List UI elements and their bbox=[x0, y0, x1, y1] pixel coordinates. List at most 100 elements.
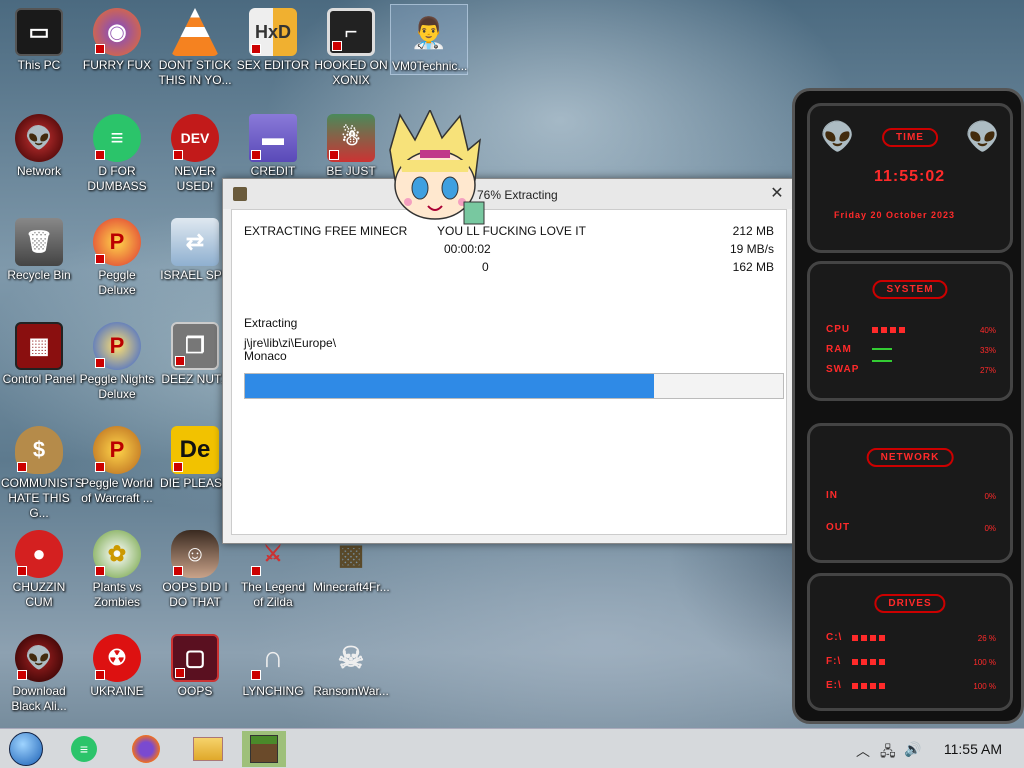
desktop-icon-peggle-wow[interactable]: P Peggle World of Warcraft ... bbox=[78, 422, 156, 506]
drive-f-value: 100 % bbox=[973, 658, 996, 667]
swap-label: SWAP bbox=[826, 364, 860, 375]
shortcut-arrow-icon bbox=[329, 150, 339, 160]
desktop-icon-oops[interactable]: ▢ OOPS bbox=[156, 630, 234, 699]
speed: 19 MB/s bbox=[729, 242, 774, 256]
desktop-icon-network[interactable]: 👽 Network bbox=[0, 110, 78, 179]
time-title: TIME bbox=[882, 128, 938, 147]
desktop-icon-ransomware[interactable]: ☠ RansomWar... bbox=[312, 630, 390, 699]
desktop-icon-control-panel[interactable]: ▦ Control Panel bbox=[0, 318, 78, 387]
desktop-icon-plants-vs-zombies[interactable]: ✿ Plants vs Zombies bbox=[78, 526, 156, 610]
desktop-icon-sex-editor[interactable]: HxD SEX EDITOR bbox=[234, 4, 312, 73]
taskbar-minecraft[interactable] bbox=[242, 731, 286, 767]
hxd-icon: HxD bbox=[249, 8, 297, 56]
current-file: Monaco bbox=[244, 349, 287, 363]
alien-dark-icon: 👽 bbox=[15, 634, 63, 682]
shortcut-arrow-icon bbox=[95, 670, 105, 680]
alien-head-icon: 👽 bbox=[965, 121, 1000, 152]
peggle-nights-icon: P bbox=[93, 322, 141, 370]
drives-title: DRIVES bbox=[874, 594, 946, 613]
taskbar-file-explorer[interactable] bbox=[186, 731, 230, 767]
elapsed-time: 00:00:02 bbox=[444, 242, 491, 256]
drive-f-bar bbox=[852, 659, 888, 665]
widget-time: 11:55:02 bbox=[874, 168, 946, 185]
shortcut-arrow-icon bbox=[17, 462, 27, 472]
current-path: j\jre\lib\zi\Europe\ bbox=[244, 336, 337, 350]
control-panel-icon: ▦ bbox=[15, 322, 63, 370]
shortcut-arrow-icon bbox=[251, 566, 261, 576]
vlc-cone-icon bbox=[171, 8, 219, 56]
net-in-value: 0% bbox=[984, 492, 996, 501]
shortcut-arrow-icon bbox=[95, 150, 105, 160]
shortcut-arrow-icon bbox=[173, 566, 183, 576]
shortcut-arrow-icon bbox=[95, 44, 105, 54]
cpu-value: 40% bbox=[979, 326, 996, 335]
shortcut-arrow-icon bbox=[173, 462, 183, 472]
desktop-icon-lynching[interactable]: ∩ LYNCHING bbox=[234, 630, 312, 699]
shortcut-arrow-icon bbox=[95, 254, 105, 264]
desktop-icon-vm0technic[interactable]: 👨‍⚕️ VM0Technic... bbox=[390, 4, 468, 75]
desktop-icon-recycle-bin[interactable]: 🗑 Recycle Bin bbox=[0, 214, 78, 283]
swap-value: 27% bbox=[979, 366, 996, 375]
xonix-icon: ⌐ bbox=[327, 8, 375, 56]
cpu-label: CPU bbox=[826, 324, 851, 335]
shortcut-arrow-icon bbox=[251, 670, 261, 680]
desktop-icon-peggle-nights[interactable]: P Peggle Nights Deluxe bbox=[78, 318, 156, 402]
net-out-label: OUT bbox=[826, 522, 851, 533]
shortcut-arrow-icon bbox=[175, 356, 185, 366]
taskbar-clock[interactable]: 11:55 AM bbox=[944, 741, 1002, 757]
spy-icon: ⇄ bbox=[171, 218, 219, 266]
shortcut-arrow-icon bbox=[17, 670, 27, 680]
network-status-icon[interactable]: 🖧 bbox=[880, 741, 896, 765]
alien-icon: 👽 bbox=[15, 114, 63, 162]
desktop-icon-chuzzin[interactable]: ● CHUZZIN CUM bbox=[0, 526, 78, 610]
credit-card-icon: ▬ bbox=[249, 114, 297, 162]
recycle-bin-icon: 🗑 bbox=[15, 218, 63, 266]
cartoon-mascot-image bbox=[380, 108, 490, 230]
volume-icon[interactable]: 🔊 bbox=[904, 741, 921, 758]
desktop-icon-hooked-on-xonix[interactable]: ⌐ HOOKED ON XONIX bbox=[312, 4, 390, 88]
system-monitor-widget: 👽 👽 TIME 11:55:02 Friday 20 October 2023… bbox=[792, 88, 1024, 724]
time-panel: 👽 👽 TIME 11:55:02 Friday 20 October 2023 bbox=[807, 103, 1013, 253]
desktop-icon-furry-fux[interactable]: ◉ FURRY FUX bbox=[78, 4, 156, 73]
desktop-icon-peggle-deluxe[interactable]: P Peggle Deluxe bbox=[78, 214, 156, 298]
shortcut-arrow-icon bbox=[173, 150, 183, 160]
remaining-value: 0 bbox=[482, 260, 489, 274]
network-title: NETWORK bbox=[866, 448, 954, 467]
widget-date: Friday 20 October 2023 bbox=[834, 210, 956, 220]
de-icon: De bbox=[171, 426, 219, 474]
desktop-icon-dont-stick[interactable]: DONT STICK THIS IN YO... bbox=[156, 4, 234, 88]
taskbar: ≡ ︿ 🖧 🔊 11:55 AM bbox=[0, 728, 1024, 768]
dialog-titlebar[interactable]: 76% Extracting ✕ bbox=[223, 179, 795, 209]
desktop-icon-communists[interactable]: $ COMMUNISTS HATE THIS G... bbox=[0, 422, 83, 521]
ram-label: RAM bbox=[826, 344, 852, 355]
taskbar-firefox[interactable] bbox=[124, 731, 168, 767]
chat-icon: ≡ bbox=[71, 736, 97, 762]
taskbar-chat-app[interactable]: ≡ bbox=[62, 731, 106, 767]
tray-chevron-icon[interactable]: ︿ bbox=[856, 741, 870, 761]
system-title: SYSTEM bbox=[872, 280, 948, 299]
start-orb-icon bbox=[9, 732, 43, 766]
shortcut-arrow-icon bbox=[251, 44, 261, 54]
ram-bar bbox=[872, 348, 892, 350]
noose-icon: ∩ bbox=[249, 634, 297, 682]
box-icon: ▢ bbox=[171, 634, 219, 682]
money-bag-icon: $ bbox=[15, 426, 63, 474]
shortcut-arrow-icon bbox=[95, 566, 105, 576]
desktop-icon-download-black-alien[interactable]: 👽 Download Black Ali... bbox=[0, 630, 78, 714]
desktop-icon-this-pc[interactable]: ▭ This PC bbox=[0, 4, 78, 73]
desktop-icon-ukraine[interactable]: ☢ UKRAINE bbox=[78, 630, 156, 699]
peggle-wow-icon: P bbox=[93, 426, 141, 474]
close-button[interactable]: ✕ bbox=[767, 183, 787, 203]
chuzzle-icon: ● bbox=[15, 530, 63, 578]
desktop-icon-d-for-dumbass[interactable]: ≡ D FOR DUMBASS bbox=[78, 110, 156, 194]
chat-icon: ≡ bbox=[93, 114, 141, 162]
alien-head-icon: 👽 bbox=[820, 121, 855, 152]
progress-bar bbox=[244, 373, 784, 399]
file-explorer-icon bbox=[193, 737, 223, 761]
shortcut-arrow-icon bbox=[95, 358, 105, 368]
drive-c-label: C:\ bbox=[826, 632, 843, 643]
start-button[interactable] bbox=[4, 731, 48, 767]
shortcut-arrow-icon bbox=[175, 668, 185, 678]
peggle-icon: P bbox=[93, 218, 141, 266]
shortcut-arrow-icon bbox=[251, 150, 261, 160]
